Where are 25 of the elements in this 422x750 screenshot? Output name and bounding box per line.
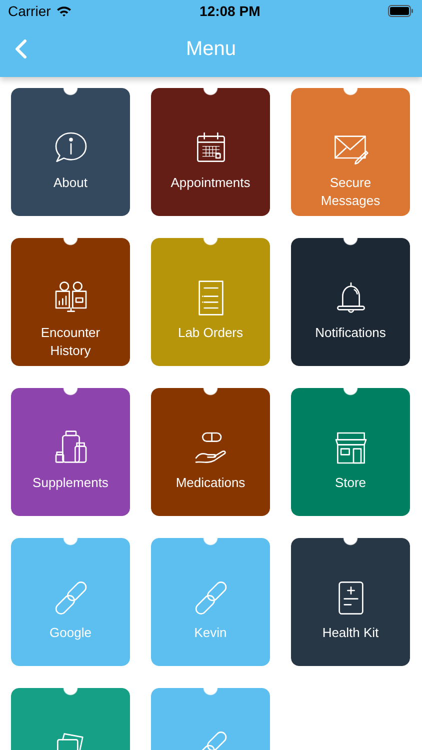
menu-tile[interactable]: About bbox=[11, 88, 130, 216]
menu-tile[interactable]: Medications bbox=[151, 388, 270, 516]
tile-label: Kevin bbox=[193, 624, 228, 642]
tile-label: Notifications bbox=[314, 324, 387, 342]
battery-icon bbox=[388, 5, 414, 17]
tile-label: Medications bbox=[174, 474, 246, 492]
nav-title: Menu bbox=[186, 38, 236, 61]
menu-tile[interactable]: Appointments bbox=[151, 88, 270, 216]
carrier-label: Carrier bbox=[8, 3, 51, 19]
tile-label: Appointments bbox=[170, 174, 252, 192]
tile-label: Supplements bbox=[32, 474, 110, 492]
menu-tile[interactable]: Health Kit bbox=[291, 538, 410, 666]
menu-tile[interactable]: Encounter History bbox=[11, 238, 130, 366]
tile-label: Store bbox=[334, 474, 368, 492]
menu-tile[interactable]: Supplements bbox=[11, 388, 130, 516]
tile-label: Secure Messages bbox=[320, 174, 382, 210]
tile-label: Encounter History bbox=[40, 324, 102, 360]
tile-label: Lab Orders bbox=[176, 324, 244, 342]
status-time: 12:08 PM bbox=[200, 3, 260, 19]
wifi-icon bbox=[56, 5, 72, 17]
tile-label: Health Kit bbox=[321, 624, 380, 642]
tile-label: Google bbox=[48, 624, 92, 642]
tile-label: About bbox=[52, 174, 88, 192]
menu-tile[interactable]: Store bbox=[291, 388, 410, 516]
menu-tile[interactable]: Notifications bbox=[291, 238, 410, 366]
